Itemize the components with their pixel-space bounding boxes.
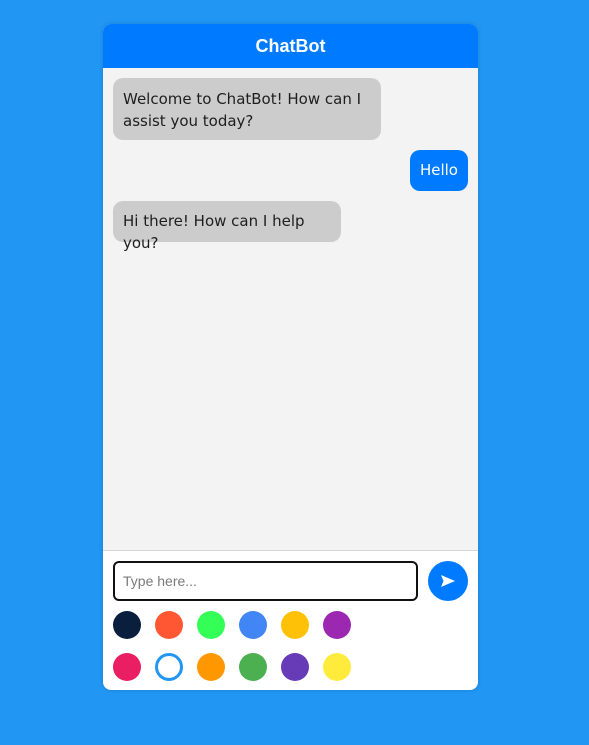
send-button[interactable]	[428, 561, 468, 601]
color-swatch[interactable]	[113, 611, 141, 639]
bot-message: Hi there! How can I help you?	[113, 201, 341, 252]
send-arrow-icon	[441, 575, 455, 587]
user-message: Hello	[409, 150, 468, 191]
color-swatch[interactable]	[281, 611, 309, 639]
input-row	[113, 561, 468, 601]
color-swatch[interactable]	[197, 653, 225, 681]
bot-message: Welcome to ChatBot! How can I assist you…	[113, 78, 381, 140]
color-swatch[interactable]	[113, 653, 141, 681]
color-swatch[interactable]	[197, 611, 225, 639]
color-swatch[interactable]	[239, 653, 267, 681]
chat-title: ChatBot	[255, 35, 326, 56]
color-swatch[interactable]	[323, 653, 351, 681]
color-swatch-selected[interactable]	[155, 653, 183, 681]
color-swatch[interactable]	[155, 611, 183, 639]
color-palette-row	[113, 611, 353, 639]
chat-header: ChatBot	[103, 24, 478, 68]
messages-area[interactable]: Welcome to ChatBot! How can I assist you…	[103, 68, 478, 551]
color-swatch[interactable]	[281, 653, 309, 681]
color-swatch[interactable]	[239, 611, 267, 639]
message-input[interactable]	[113, 561, 418, 601]
color-palette-row	[113, 653, 353, 681]
chat-window: ChatBot Welcome to ChatBot! How can I as…	[103, 24, 478, 690]
color-swatch[interactable]	[323, 611, 351, 639]
